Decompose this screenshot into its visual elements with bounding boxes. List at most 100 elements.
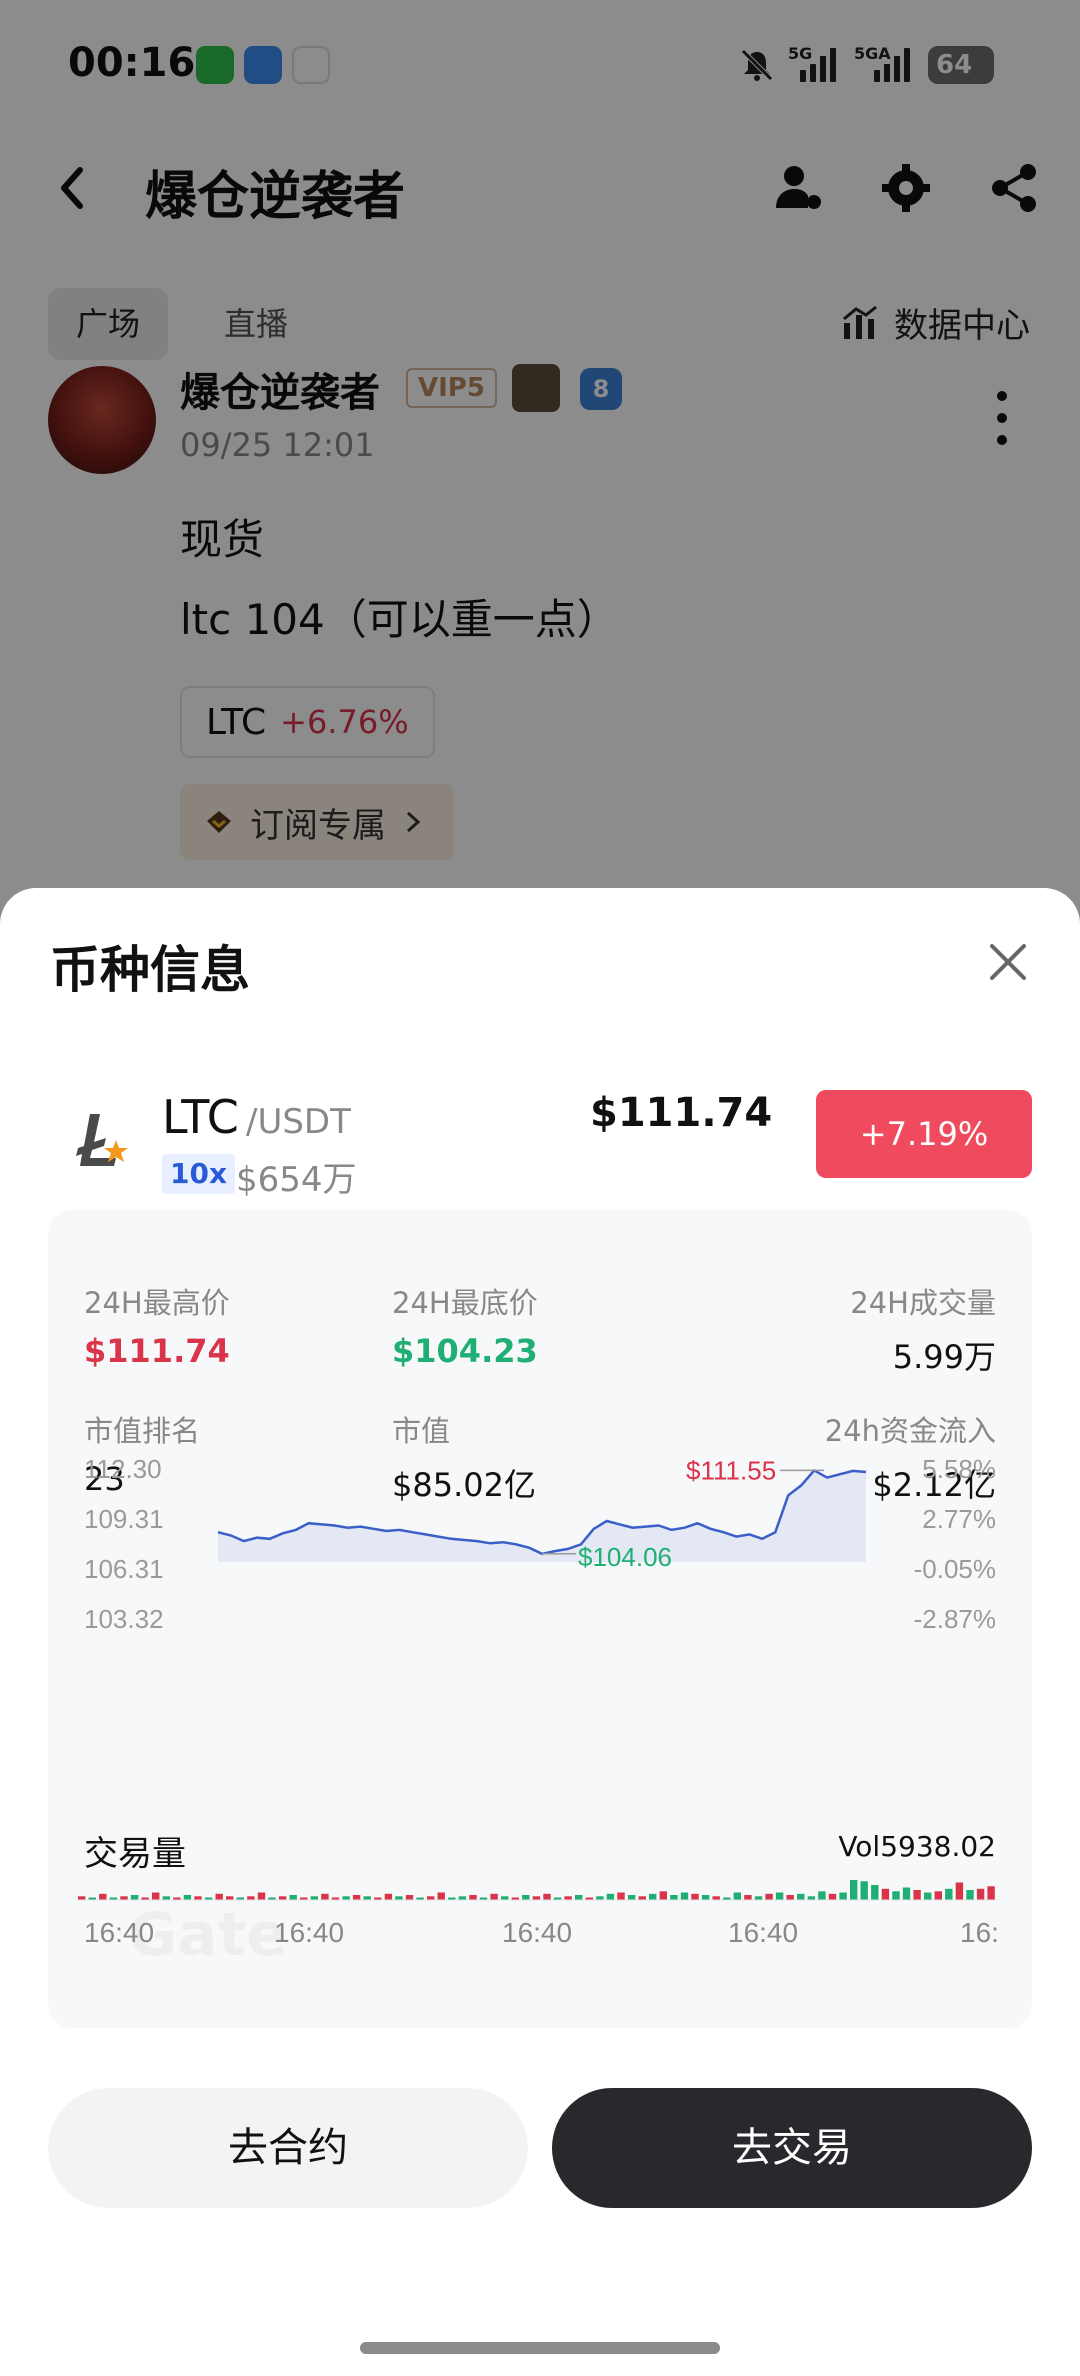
x-tick-label: 16:40 <box>502 1917 572 1948</box>
volume-bar <box>850 1880 858 1900</box>
volume-bar <box>469 1895 477 1900</box>
volume-bar <box>691 1893 699 1901</box>
volume-bar <box>405 1895 414 1900</box>
volume-bar <box>120 1896 128 1900</box>
y-tick-label-right: 5.58% <box>922 1454 996 1484</box>
volume-bar <box>278 1896 287 1900</box>
volume-bar <box>617 1892 625 1900</box>
volume-bar <box>955 1882 964 1900</box>
x-tick-label: 16:40 <box>84 1917 154 1948</box>
volume-bar <box>215 1893 223 1901</box>
volume-bar <box>786 1895 794 1900</box>
volume-bar <box>490 1893 498 1901</box>
volume-bar <box>860 1881 868 1901</box>
volume-bar <box>807 1896 816 1900</box>
change-badge[interactable]: +7.19% <box>816 1090 1032 1178</box>
volume-bar <box>976 1888 985 1901</box>
coin-pair: /USDT <box>246 1102 351 1142</box>
coin-volume-small: $654万 <box>236 1160 357 1200</box>
y-tick-label-left: 109.31 <box>84 1504 164 1534</box>
y-tick-label-right: -2.87% <box>914 1604 996 1634</box>
volume-bar <box>437 1892 445 1900</box>
y-tick-label-right: 2.77% <box>922 1504 996 1534</box>
volume-bar <box>638 1896 646 1900</box>
volume-bar <box>934 1891 942 1900</box>
volume-bar <box>99 1893 107 1901</box>
volume-bar <box>606 1893 615 1901</box>
volume-bar <box>247 1896 255 1900</box>
coin-stats-card: 24H最高价 $111.74 24H最底价 $104.23 24H成交量 5.9… <box>48 1210 1032 2028</box>
trade-button[interactable]: 去交易 <box>552 2088 1032 2208</box>
coin-info-sheet: 币种信息 LTC /USDT 10x $654万 $111.74 +7.19% … <box>0 888 1080 2376</box>
volume-bar <box>78 1896 86 1900</box>
volume-bar <box>649 1893 657 1901</box>
volume-bar <box>670 1895 678 1900</box>
volume-bar <box>871 1885 879 1900</box>
volume-bar <box>543 1893 551 1901</box>
contract-button[interactable]: 去合约 <box>48 2088 528 2208</box>
coin-symbol: LTC <box>162 1090 239 1144</box>
volume-bar <box>162 1896 170 1900</box>
x-tick-label: 16:40 <box>728 1917 798 1948</box>
volume-bar <box>712 1896 720 1900</box>
volume-bar <box>532 1896 541 1900</box>
home-indicator[interactable] <box>360 2342 720 2354</box>
volume-bar <box>152 1892 160 1900</box>
volume-bar <box>818 1891 826 1900</box>
volume-bar <box>775 1892 784 1900</box>
volume-bar <box>183 1895 192 1900</box>
close-icon[interactable] <box>984 938 1032 986</box>
volume-bar <box>130 1895 139 1900</box>
sheet-title: 币种信息 <box>50 941 250 999</box>
volume-bar <box>352 1895 361 1900</box>
volume-bar <box>627 1895 636 1900</box>
volume-bar <box>596 1896 604 1900</box>
volume-bar <box>427 1896 435 1900</box>
volume-bar <box>744 1895 752 1900</box>
leverage-badge: 10x <box>162 1154 236 1194</box>
volume-bar <box>342 1896 350 1900</box>
low-price-label: $104.06 <box>578 1542 672 1572</box>
litecoin-logo-icon <box>76 1114 128 1166</box>
volume-bar <box>384 1893 393 1901</box>
volume-bar <box>321 1893 329 1901</box>
y-tick-label-left: 103.32 <box>84 1604 164 1634</box>
volume-bar <box>564 1896 572 1900</box>
volume-bar <box>892 1891 900 1900</box>
volume-bar <box>522 1895 530 1900</box>
volume-bar <box>194 1896 202 1900</box>
coin-price: $111.74 <box>590 1090 773 1136</box>
volume-value: Vol5938.02 <box>838 1830 996 1863</box>
volume-bar <box>828 1893 837 1901</box>
volume-bar <box>659 1891 667 1900</box>
volume-bar <box>680 1892 689 1900</box>
x-tick-label: 16:40 <box>274 1917 344 1948</box>
volume-bar <box>363 1896 371 1900</box>
volume-bar <box>881 1888 890 1901</box>
volume-bar <box>733 1892 741 1900</box>
volume-bar <box>257 1892 266 1900</box>
volume-bar <box>501 1896 509 1900</box>
coin-row[interactable]: LTC /USDT 10x $654万 $111.74 +7.19% <box>0 1088 1080 1208</box>
volume-bar <box>913 1890 921 1900</box>
high-price-label: $111.55 <box>686 1455 776 1485</box>
volume-bar <box>987 1886 995 1901</box>
volume-bar <box>575 1895 583 1900</box>
price-chart: 112.30 109.31 106.31 103.32 5.58% 2.77% -0.05%… <box>78 1454 999 1948</box>
y-tick-label-left: 112.30 <box>84 1454 162 1484</box>
y-tick-label-left: 106.31 <box>84 1554 164 1584</box>
volume-bar <box>966 1890 974 1900</box>
volume-bar <box>458 1896 467 1900</box>
volume-bar <box>289 1895 297 1900</box>
volume-bar <box>902 1887 911 1900</box>
volume-bar <box>839 1892 847 1900</box>
y-tick-label-right: -0.05% <box>914 1554 996 1584</box>
volume-bar <box>701 1895 710 1900</box>
x-tick-label: 16: <box>960 1917 999 1948</box>
volume-bar <box>765 1893 773 1901</box>
volume-bar <box>226 1896 234 1900</box>
volume-bar <box>945 1888 953 1901</box>
volume-bar <box>754 1896 763 1900</box>
volume-bar <box>310 1896 318 1900</box>
volume-bar <box>395 1896 403 1900</box>
